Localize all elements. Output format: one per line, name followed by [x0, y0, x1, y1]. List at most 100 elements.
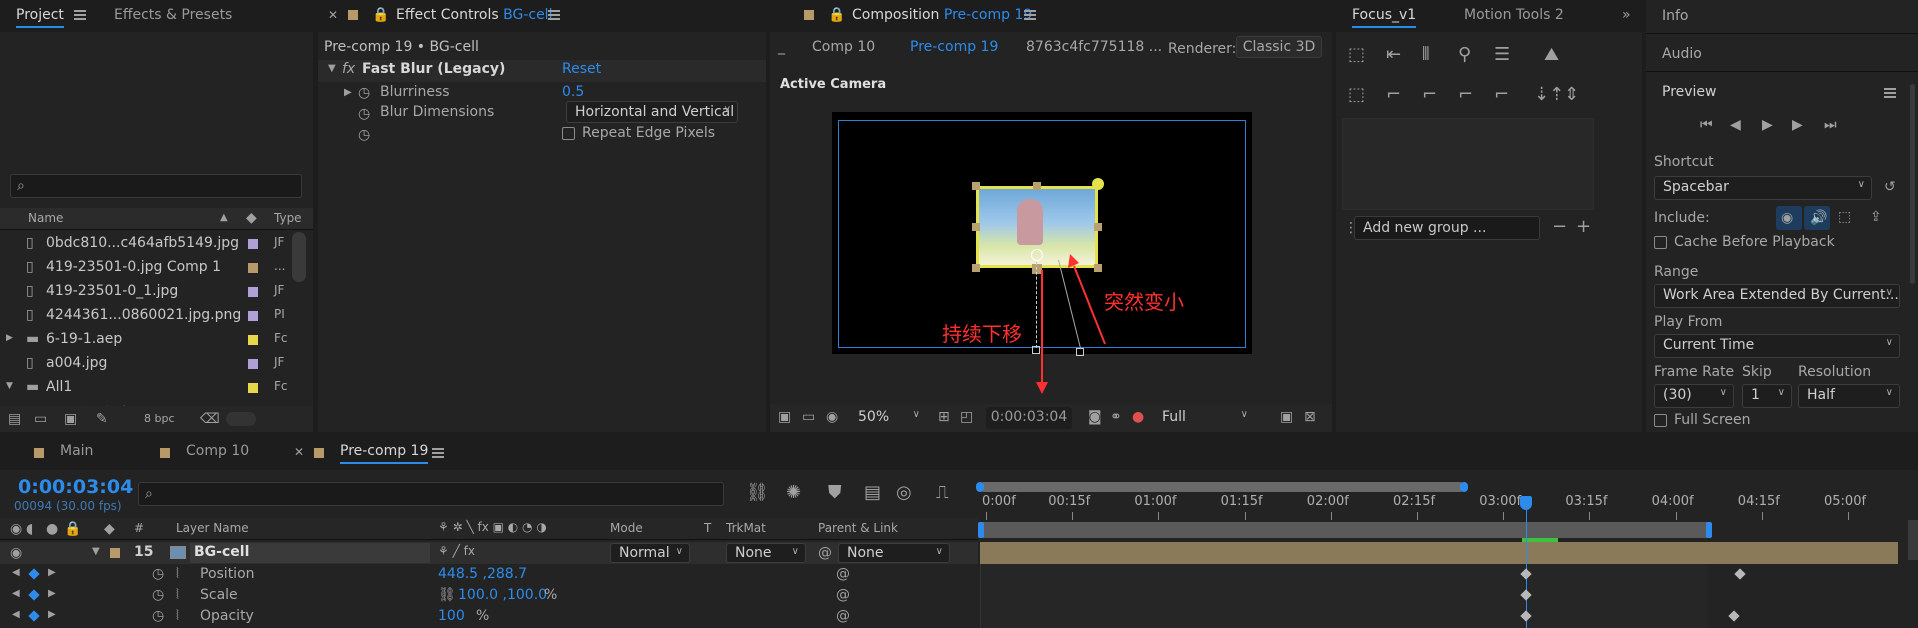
next-keyframe-icon[interactable]: ▶	[48, 610, 56, 620]
project-item[interactable]: ▶ ▬ 6-19-1.aep Fc	[0, 328, 290, 352]
channels-icon[interactable]: ⚭	[1110, 410, 1122, 424]
timeline-search-input[interactable]: ⌕	[138, 482, 724, 506]
list-icon[interactable]: ☰	[1494, 46, 1510, 64]
folder-expand-icon[interactable]: ▼	[6, 382, 13, 391]
project-item[interactable]: ▯ a004.jpg JF	[0, 352, 290, 376]
project-scrollbar[interactable]	[292, 232, 306, 282]
property-value[interactable]: 100.0 ,100.0	[458, 587, 547, 603]
repeat-edge-checkbox[interactable]	[562, 127, 575, 140]
next-keyframe-icon[interactable]: ▶	[48, 568, 56, 578]
tool-icon[interactable]: ⌐	[1494, 86, 1509, 104]
work-area-end[interactable]	[1706, 522, 1712, 538]
more-icon[interactable]: »	[1622, 8, 1631, 22]
cache-checkbox[interactable]	[1654, 236, 1667, 249]
expression-pickwhip-icon[interactable]: @	[836, 609, 850, 623]
project-menu-icon[interactable]	[74, 10, 86, 20]
current-timecode[interactable]: 0:00:03:04	[18, 476, 133, 498]
graph-icon[interactable]: ⦚	[176, 588, 179, 602]
reset-icon[interactable]: ↺	[1884, 180, 1896, 194]
viewer-timecode[interactable]: 0:00:03:04	[986, 407, 1072, 429]
tool-icon[interactable]: ⌐	[1458, 86, 1473, 104]
keyframe-toggle-icon[interactable]	[28, 568, 40, 580]
keyframe-toggle-icon[interactable]	[28, 610, 40, 622]
full-screen-checkbox[interactable]	[1654, 414, 1667, 427]
draft-3d-icon[interactable]: ✺	[786, 484, 801, 502]
work-area-bar[interactable]	[978, 522, 1712, 538]
right-scrollbar[interactable]	[1910, 84, 1915, 284]
resolution-dropdown[interactable]: Full ∨	[1154, 407, 1254, 429]
next-frame-icon[interactable]: ▶	[1792, 118, 1803, 132]
last-frame-icon[interactable]: ⏭	[1824, 118, 1837, 132]
delete-icon[interactable]: ⌫	[200, 412, 220, 426]
include-audio-toggle[interactable]: 🔊	[1804, 206, 1830, 230]
stopwatch-icon[interactable]: ◷	[358, 128, 370, 142]
trkmat-dropdown[interactable]: None ∨	[726, 543, 806, 563]
bpc-label[interactable]: 8 bpc	[144, 412, 175, 425]
region-icon[interactable]: ⊞	[938, 410, 950, 424]
tool-icon[interactable]: ⬚	[1348, 86, 1365, 104]
play-icon[interactable]: ▶	[1762, 118, 1773, 132]
project-search-input[interactable]: ⌕	[10, 174, 302, 198]
shy-layers-icon[interactable]: ⛊	[828, 484, 842, 502]
label-swatch[interactable]	[110, 548, 120, 558]
project-item[interactable]: ▯ 419-23501-0_1.jpg JF	[0, 280, 290, 304]
property-row[interactable]: ◀ ▶ ◷ ⦚ Scale ⛓ 100.0 ,100.0 % @	[0, 585, 978, 606]
monitor-icon[interactable]: ▭	[802, 410, 815, 424]
prev-frame-icon[interactable]: ◀	[1730, 118, 1741, 132]
arrows-icon[interactable]: ⇣⇡⇕	[1534, 86, 1579, 104]
graph-editor-icon[interactable]: ⎍	[936, 484, 949, 502]
audio-icon[interactable]: ◖	[26, 522, 33, 536]
fast-previews-icon[interactable]: ▣	[1280, 410, 1293, 424]
tab-comp-10[interactable]: Comp 10	[186, 443, 249, 459]
mask-icon[interactable]: ◉	[826, 410, 838, 424]
tab-project[interactable]: Project	[16, 7, 64, 28]
layer-switches[interactable]: ⚘ ╱ fx	[438, 544, 475, 558]
fx-label[interactable]: fx	[342, 61, 355, 77]
stopwatch-icon[interactable]: ◷	[358, 86, 370, 100]
property-value[interactable]: 100	[438, 608, 465, 624]
lock-icon[interactable]: 🔒	[372, 8, 389, 22]
prev-keyframe-icon[interactable]: ◀	[12, 568, 20, 578]
tab-effects-presets[interactable]: Effects & Presets	[114, 7, 232, 23]
ruler-scrollbar[interactable]	[1908, 520, 1918, 560]
collapse-arrow-icon[interactable]: ▼	[92, 547, 100, 557]
project-item[interactable]: ▯ 4244361...0860021.jpg.png PI	[0, 304, 290, 328]
zoom-dropdown[interactable]: 50% ∨	[850, 407, 926, 429]
mode-dropdown[interactable]: Normal ∨	[610, 543, 690, 563]
transparency-grid-icon[interactable]: ◰	[960, 410, 973, 424]
eye-icon[interactable]: ◉	[10, 546, 22, 560]
new-folder-icon[interactable]: ▭	[34, 412, 47, 426]
new-composition-icon[interactable]: ▣	[64, 412, 77, 426]
add-group-input[interactable]: Add new group ...	[1354, 216, 1540, 240]
project-item[interactable]: ▼ ▬ All1 Fc	[0, 376, 290, 400]
overlay-icon[interactable]: ⬚	[1838, 210, 1851, 224]
resolution-dropdown[interactable]: Half ∨	[1798, 384, 1900, 408]
blur-dimensions-dropdown[interactable]: Horizontal and Vertical ∨	[566, 101, 738, 123]
work-area-start[interactable]	[978, 522, 984, 538]
camera-icon[interactable]: ◙	[1088, 410, 1102, 424]
grid-icon[interactable]: ⊠	[1304, 410, 1316, 424]
navigator-end-handle[interactable]	[1460, 482, 1468, 492]
time-ruler[interactable]: 0:00f 00:15f 01:00f 01:15f 02:00f 02:15f 03:00…	[980, 492, 1918, 520]
tool-icon[interactable]: ⌐	[1422, 86, 1437, 104]
skip-dropdown[interactable]: 1 ∨	[1742, 384, 1792, 408]
stopwatch-icon[interactable]: ◷	[358, 107, 370, 121]
preview-menu-icon[interactable]	[1884, 88, 1896, 98]
project-item[interactable]: ▯ 0bdc810...c464afb5149.jpg JF	[0, 232, 290, 256]
label-tag-icon[interactable]: ◆	[246, 211, 257, 225]
folder-expand-icon[interactable]: ▶	[6, 334, 13, 343]
tab-focus[interactable]: Focus_v1	[1352, 7, 1417, 28]
color-icon[interactable]: ●	[1132, 410, 1144, 424]
sort-up-icon[interactable]: ▲	[220, 213, 228, 223]
blurriness-value[interactable]: 0.5	[562, 84, 584, 100]
eye-icon[interactable]: ◉	[10, 522, 22, 536]
label-icon[interactable]: ◆	[104, 522, 115, 536]
plus-icon[interactable]: +	[1576, 218, 1591, 236]
composition-flowchart-icon[interactable]: ⛓	[746, 484, 769, 502]
column-type[interactable]: Type	[274, 211, 302, 225]
layer-name-box[interactable]: BG-cell	[190, 543, 430, 563]
switches-icons[interactable]: ⚘ ✲ ╲ fx ▣ ◐ ◔ ◑	[438, 520, 547, 534]
interpret-footage-icon[interactable]: ▤	[8, 412, 21, 426]
tab-main[interactable]: Main	[60, 443, 93, 459]
adjust-icon[interactable]: ✎	[96, 412, 108, 426]
